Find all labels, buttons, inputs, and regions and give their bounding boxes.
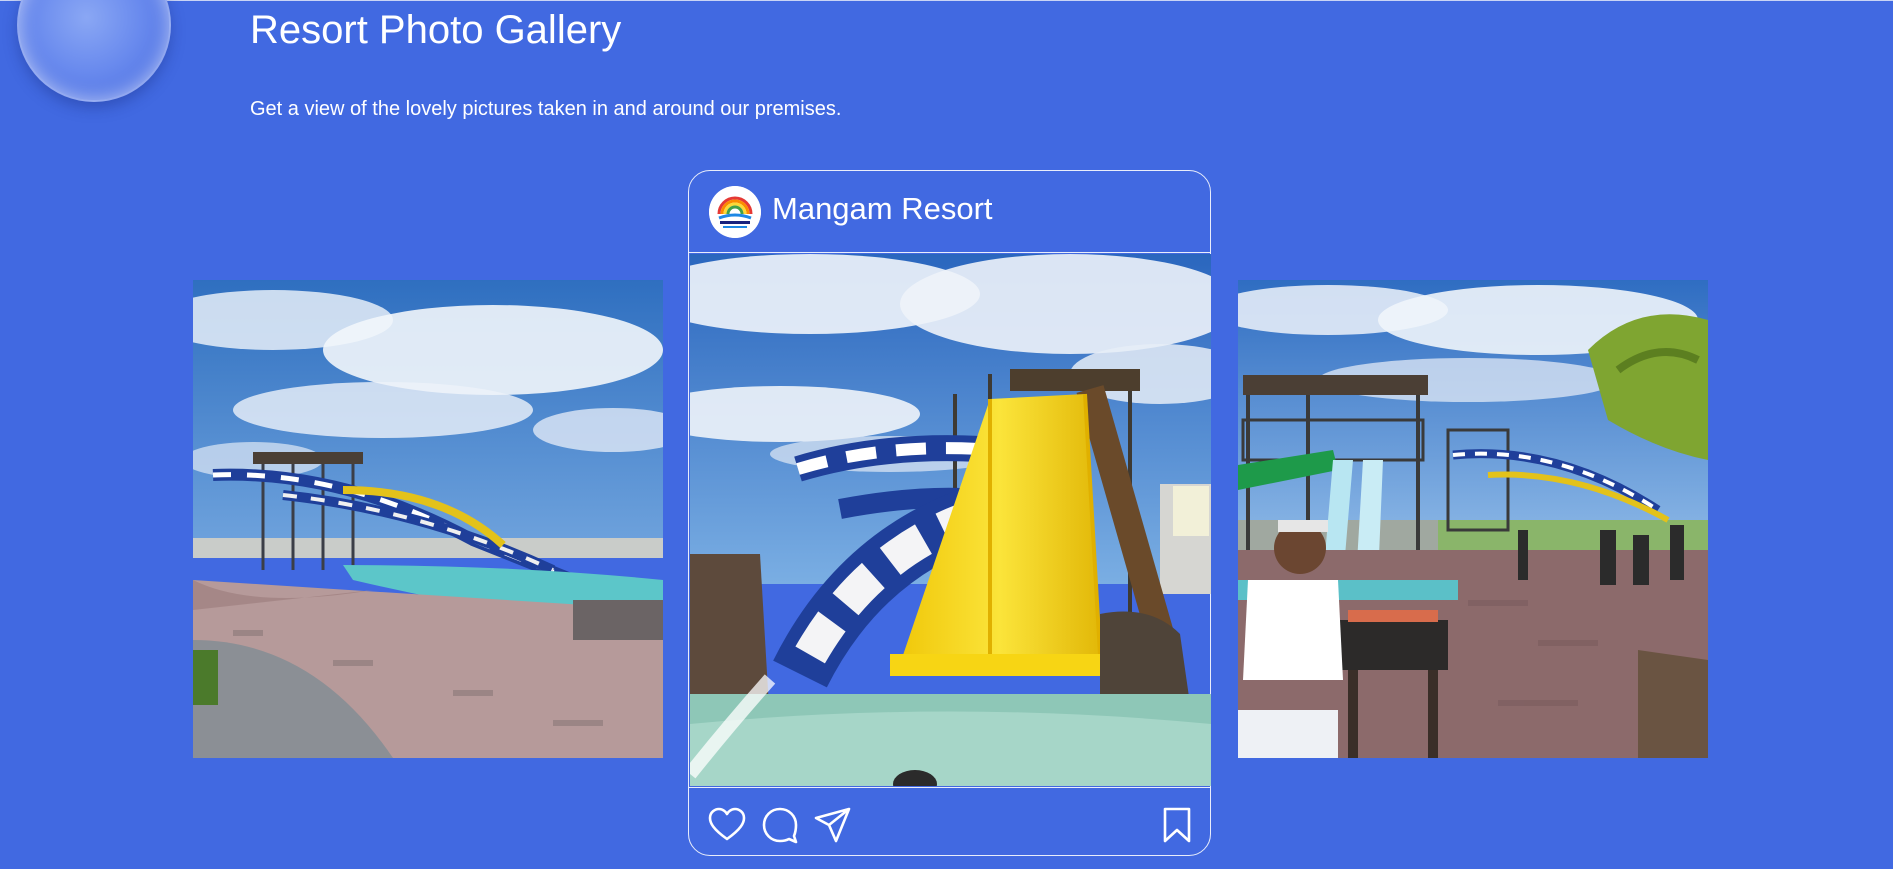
post-card: Mangam Resort xyxy=(688,170,1211,856)
paper-plane-icon[interactable] xyxy=(813,805,853,845)
post-header: Mangam Resort xyxy=(689,171,1210,253)
comment-bubble-icon[interactable] xyxy=(760,805,800,845)
yellow-slide-photo xyxy=(690,254,1211,786)
decorative-bubble xyxy=(17,0,171,102)
post-actions xyxy=(689,787,1210,855)
gallery-photo-left[interactable] xyxy=(193,280,663,758)
post-photo[interactable] xyxy=(690,254,1211,786)
water-slides-pool-photo xyxy=(193,280,663,758)
resort-logo-icon[interactable] xyxy=(709,186,761,238)
slides-and-guests-photo xyxy=(1238,280,1708,758)
page-title: Resort Photo Gallery xyxy=(250,8,622,52)
gallery-photo-right[interactable] xyxy=(1238,280,1708,758)
page-subtitle: Get a view of the lovely pictures taken … xyxy=(250,98,842,120)
account-name[interactable]: Mangam Resort xyxy=(772,191,993,227)
heart-icon[interactable] xyxy=(707,805,747,845)
bookmark-icon[interactable] xyxy=(1157,805,1197,845)
top-divider xyxy=(0,0,1893,1)
